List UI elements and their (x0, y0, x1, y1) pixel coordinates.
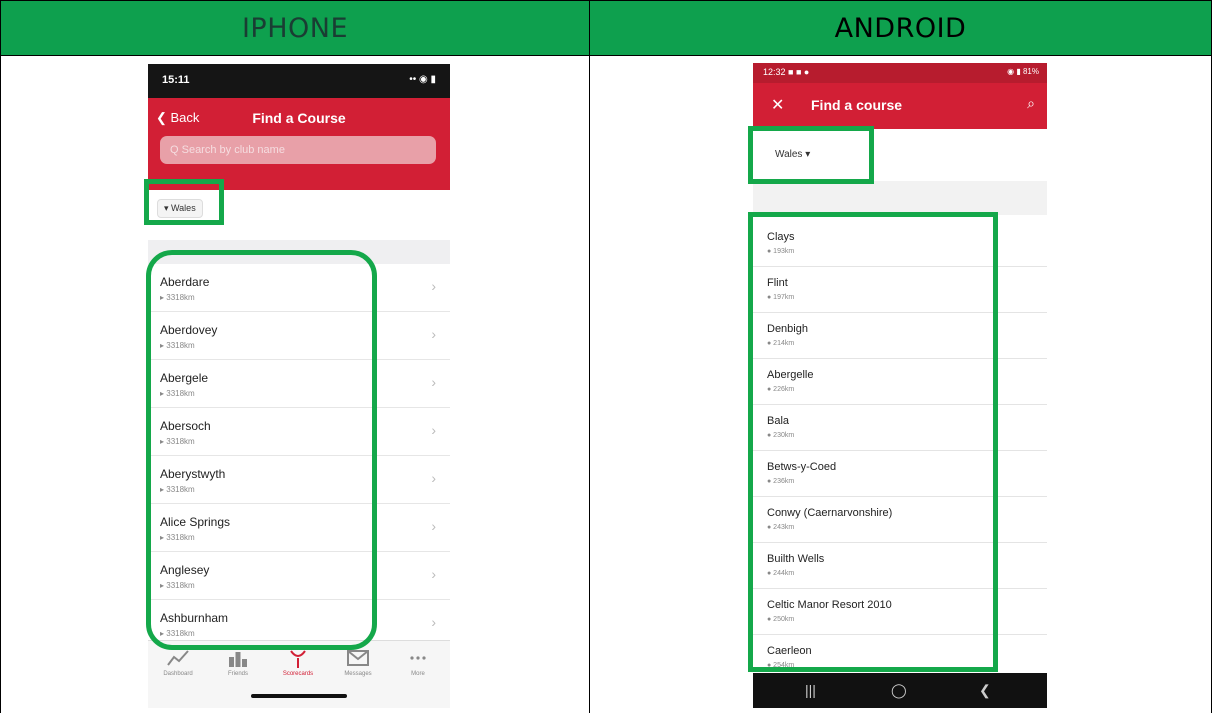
tab-label: Dashboard (163, 671, 193, 677)
status-time: 15:11 (162, 74, 190, 86)
status-icons: ◉ ▮ 81% (1007, 67, 1039, 76)
search-input[interactable]: Q Search by club name (160, 136, 436, 164)
back-icon[interactable]: ❮ (979, 682, 991, 699)
more-icon (388, 649, 448, 671)
iphone-status-bar: 15:11 •• ◉ ▮ (148, 64, 450, 98)
chevron-right-icon: › (431, 422, 436, 438)
android-header: ANDROID (589, 0, 1212, 56)
chevron-right-icon: › (431, 614, 436, 630)
tab-scorecards[interactable]: Scorecards (268, 649, 328, 677)
search-icon[interactable]: ⌕ (1027, 95, 1035, 112)
iphone-list-highlight (146, 250, 377, 650)
chevron-right-icon: › (431, 518, 436, 534)
android-list-highlight (748, 212, 998, 672)
tab-more[interactable]: More (388, 649, 448, 677)
tab-friends[interactable]: Friends (208, 649, 268, 677)
golf-tee-icon (268, 649, 328, 671)
android-nav-bar: ||| ◯ ❮ (753, 673, 1047, 708)
leaderboard-icon (208, 649, 268, 671)
iphone-header: IPHONE (0, 0, 590, 56)
chevron-right-icon: › (431, 374, 436, 390)
chevron-right-icon: › (431, 326, 436, 342)
tab-label: Scorecards (282, 671, 314, 677)
chevron-right-icon: › (431, 470, 436, 486)
recents-icon[interactable]: ||| (805, 682, 816, 698)
page-title: Find a Course (252, 110, 346, 126)
iphone-nav-bar: ❮ Back Find a Course Q Search by club na… (148, 98, 450, 190)
tab-label: Friends (227, 671, 248, 677)
android-status-bar: 12:32 ■ ■ ● ◉ ▮ 81% (753, 63, 1047, 83)
tab-dashboard[interactable]: Dashboard (148, 649, 208, 677)
tab-label: More (411, 671, 425, 677)
iphone-filter-highlight (144, 179, 224, 225)
android-filter-highlight (748, 126, 874, 184)
table-border-left (0, 56, 1, 713)
chevron-right-icon: › (431, 566, 436, 582)
tab-label: Messages (344, 671, 372, 677)
chart-line-icon (148, 649, 208, 671)
status-time: 12:32 ■ ■ ● (763, 67, 810, 77)
home-icon[interactable]: ◯ (891, 682, 907, 699)
page-title: Find a course (811, 97, 903, 113)
section-spacer (753, 181, 1047, 215)
android-app-bar: ✕ Find a course ⌕ (753, 83, 1047, 129)
chevron-right-icon: › (431, 278, 436, 294)
close-icon[interactable]: ✕ (771, 95, 784, 115)
status-icons: •• ◉ ▮ (409, 74, 436, 85)
home-indicator[interactable] (251, 694, 347, 698)
table-divider (589, 56, 590, 713)
envelope-icon (328, 649, 388, 671)
tab-messages[interactable]: Messages (328, 649, 388, 677)
